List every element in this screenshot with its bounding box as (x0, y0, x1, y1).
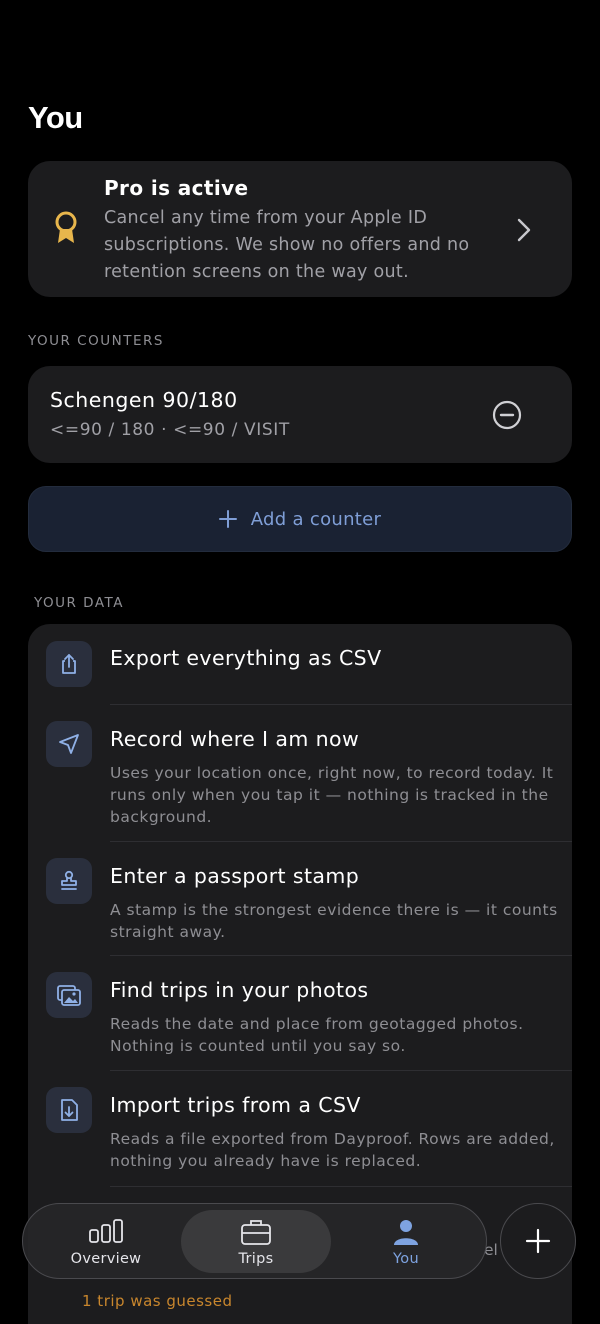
add-counter-label: Add a counter (250, 508, 382, 530)
minus-circle-icon[interactable] (492, 400, 522, 430)
row-description: Reads a file exported from Dayproof. Row… (110, 1130, 555, 1170)
tab-you[interactable]: You (331, 1210, 481, 1273)
photos-icon (46, 972, 92, 1018)
add-button[interactable] (500, 1203, 576, 1279)
list-item-passport-stamp[interactable]: Enter a passport stamp A stamp is the st… (28, 842, 572, 955)
tab-label-trips: Trips (238, 1251, 274, 1267)
list-item-import-csv[interactable]: Import trips from a CSV Reads a file exp… (28, 1071, 572, 1186)
row-description: Reads the date and place from geotagged … (110, 1015, 524, 1055)
list-item-record-location[interactable]: Record where I am now Uses your location… (28, 705, 572, 841)
section-label-data: YOUR DATA (34, 595, 124, 611)
guessed-warning: 1 trip was guessed (82, 1292, 233, 1310)
tab-bar: Overview Trips You (22, 1203, 487, 1279)
page-title: You (28, 100, 83, 135)
list-item-export[interactable]: Export everything as CSV (28, 624, 572, 704)
person-icon (394, 1220, 418, 1245)
document-import-icon (46, 1087, 92, 1133)
list-item-photos[interactable]: Find trips in your photos Reads the date… (28, 956, 572, 1070)
add-counter-button[interactable]: Add a counter (28, 486, 572, 552)
location-arrow-icon (46, 721, 92, 767)
share-export-icon (46, 641, 92, 687)
briefcase-icon (241, 1220, 271, 1245)
divider (110, 1186, 572, 1187)
pro-description: Cancel any time from your Apple ID subsc… (104, 208, 470, 282)
counter-title: Schengen 90/180 (50, 388, 238, 412)
pro-status-card[interactable]: Pro is active Cancel any time from your … (28, 161, 572, 297)
tab-trips[interactable]: Trips (181, 1210, 331, 1273)
row-title: Find trips in your photos (110, 978, 369, 1002)
row-title: Enter a passport stamp (110, 864, 360, 888)
row-title: Export everything as CSV (110, 646, 382, 670)
row-description: A stamp is the strongest evidence there … (110, 901, 558, 941)
tab-overview[interactable]: Overview (31, 1210, 181, 1273)
tab-label-overview: Overview (70, 1251, 142, 1267)
tab-label-you: You (393, 1251, 419, 1267)
row-description: Uses your location once, right now, to r… (110, 764, 554, 826)
row-title: Import trips from a CSV (110, 1093, 361, 1117)
bar-chart-icon (89, 1219, 123, 1243)
section-label-counters: YOUR COUNTERS (28, 333, 164, 349)
row-title: Record where I am now (110, 727, 360, 751)
counter-subtitle: <=90 / 180 · <=90 / VISIT (50, 420, 290, 440)
award-ribbon-icon (55, 211, 77, 243)
plus-icon (218, 510, 237, 528)
plus-icon (525, 1228, 551, 1254)
chevron-right-icon (517, 218, 531, 242)
stamp-icon (46, 858, 92, 904)
counter-item[interactable]: Schengen 90/180 <=90 / 180 · <=90 / VISI… (28, 366, 572, 463)
pro-title: Pro is active (104, 176, 249, 200)
